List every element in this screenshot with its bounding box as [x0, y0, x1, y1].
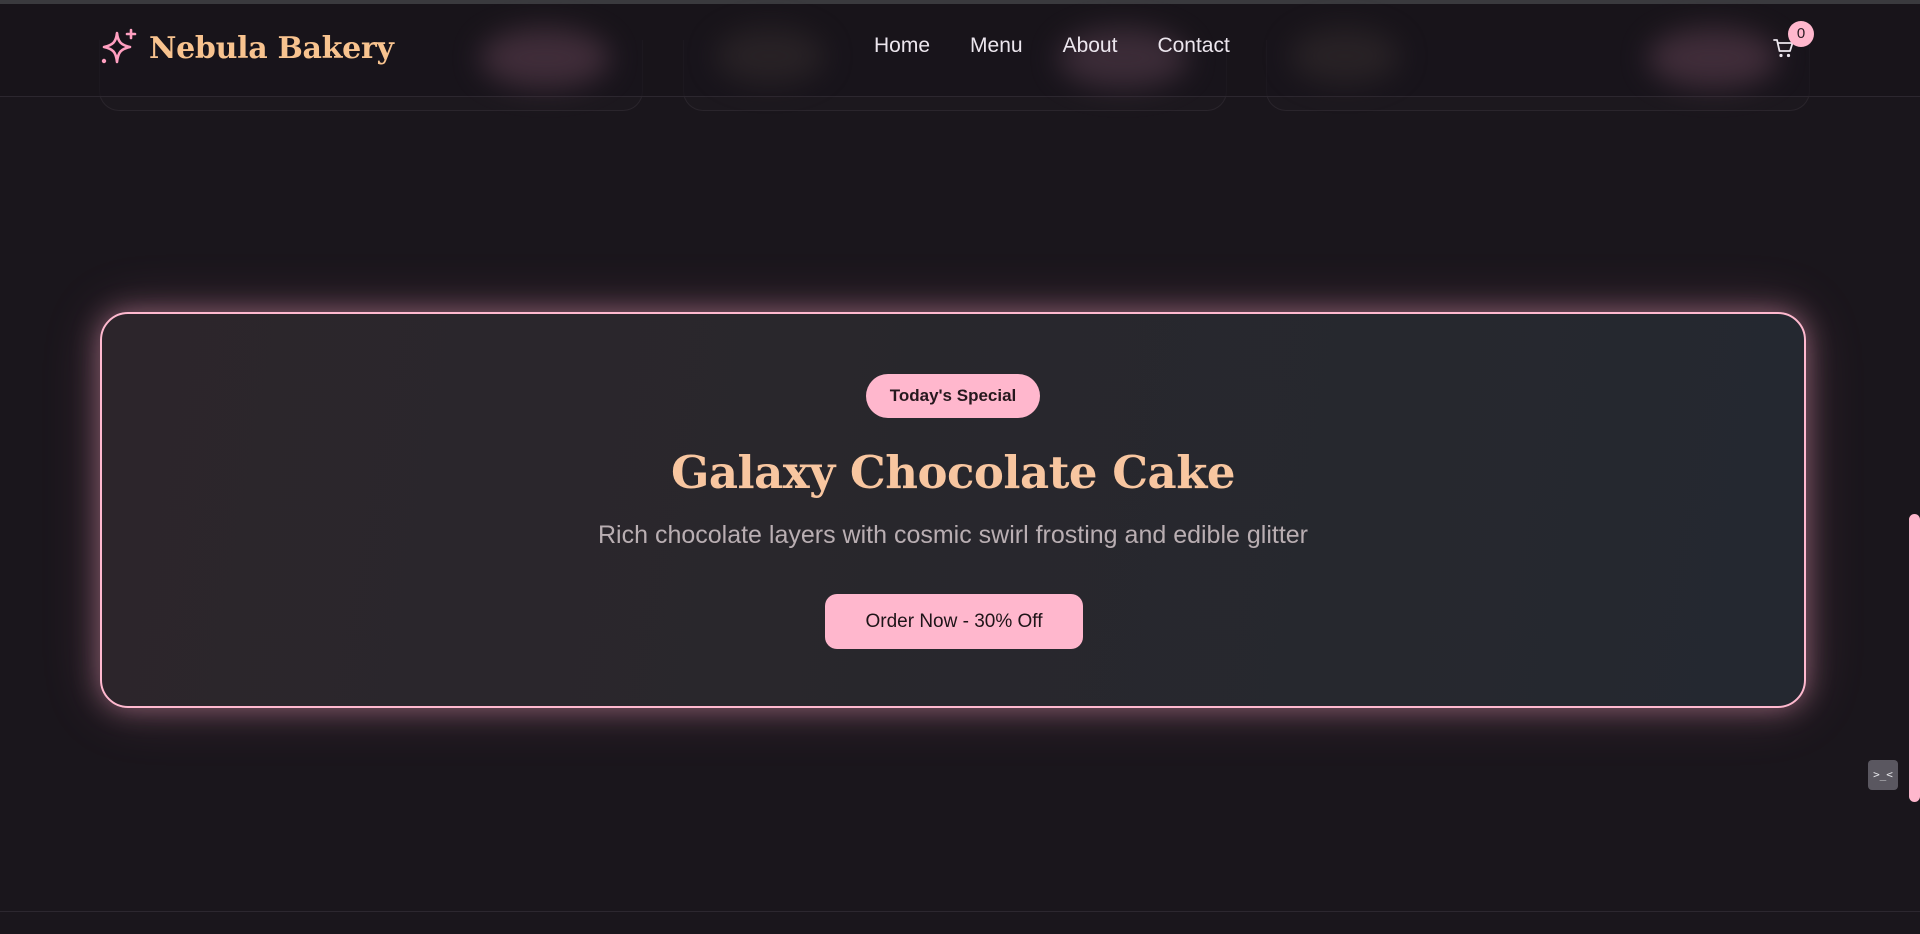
blurred-image [1290, 28, 1400, 84]
nav-contact[interactable]: Contact [1157, 34, 1229, 58]
blurred-image [480, 28, 610, 88]
special-description: Rich chocolate layers with cosmic swirl … [597, 521, 1308, 549]
main-nav: Home Menu About Contact [874, 34, 1270, 58]
special-title: Galaxy Chocolate Cake [670, 446, 1236, 499]
sparkle-icon [101, 28, 137, 64]
blurred-image [715, 28, 825, 84]
brand-name: Nebula Bakery [149, 30, 394, 66]
brand-logo[interactable]: Nebula Bakery [99, 26, 394, 70]
blurred-image [1648, 28, 1778, 88]
order-now-button[interactable]: Order Now - 30% Off [825, 594, 1083, 649]
nav-menu[interactable]: Menu [970, 34, 1023, 58]
dev-tools-widget[interactable]: >_< [1868, 760, 1898, 790]
nav-home[interactable]: Home [874, 34, 930, 58]
cart-count-badge: 0 [1788, 21, 1814, 47]
scrollbar-thumb[interactable] [1909, 514, 1920, 802]
todays-special-badge: Today's Special [866, 374, 1040, 418]
footer-divider [0, 911, 1920, 912]
nav-about[interactable]: About [1063, 34, 1118, 58]
page: Nebula Bakery Home Menu About Contact 0 … [0, 0, 1920, 934]
